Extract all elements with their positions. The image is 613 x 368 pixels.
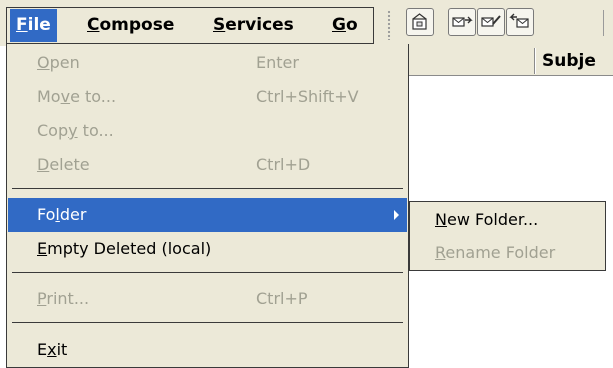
submenu-arrow-icon [394, 210, 399, 220]
menu-item-move-to[interactable]: Move to... Ctrl+Shift+V [8, 80, 407, 114]
menu-item-empty-deleted[interactable]: Empty Deleted (local) [8, 232, 407, 266]
menu-services[interactable]: Services [207, 9, 300, 42]
move-to-icon [412, 13, 427, 30]
submenu-item-rename-folder[interactable]: Rename Folder [410, 236, 605, 269]
submenu-item-new-folder[interactable]: New Folder... [410, 203, 605, 236]
menu-item-copy-to[interactable]: Copy to... [8, 114, 407, 148]
menu-bar-items: File Compose Services Go [6, 7, 374, 44]
message-forward-icon [452, 16, 473, 27]
toolbar-grip[interactable] [387, 10, 391, 40]
menu-separator [12, 272, 403, 273]
toolbar-overflow[interactable] [603, 10, 613, 36]
menu-separator [12, 188, 403, 189]
shortcut-open: Enter [256, 53, 299, 72]
message-edit-icon [481, 15, 501, 27]
menu-compose[interactable]: Compose [81, 9, 180, 42]
menu-separator [12, 322, 403, 323]
message-reply-icon [509, 13, 529, 28]
menu-go[interactable]: Go [326, 9, 364, 42]
menu-item-folder[interactable]: Folder [8, 198, 407, 232]
column-header-subject[interactable]: Subje [542, 46, 596, 76]
shortcut-delete: Ctrl+D [256, 155, 311, 174]
menu-item-print[interactable]: Print... Ctrl+P [8, 282, 407, 316]
message-list-header: Subje [408, 46, 613, 76]
menu-item-delete[interactable]: Delete Ctrl+D [8, 148, 407, 182]
edit-message-button[interactable] [477, 8, 505, 36]
reply-button[interactable] [506, 8, 534, 36]
menu-bar: File Compose Services Go [0, 0, 613, 46]
menu-item-open[interactable]: Open Enter [8, 46, 407, 80]
shortcut-print: Ctrl+P [256, 289, 308, 308]
column-separator[interactable] [534, 48, 536, 74]
file-menu-dropdown: Open Enter Move to... Ctrl+Shift+V Copy … [6, 44, 409, 368]
shortcut-move-to: Ctrl+Shift+V [256, 87, 359, 106]
move-to-button[interactable] [406, 8, 434, 36]
menu-file[interactable]: File [10, 9, 57, 42]
forward-button[interactable] [448, 8, 476, 36]
menu-item-exit[interactable]: Exit [8, 333, 407, 367]
folder-submenu: New Folder... Rename Folder [409, 201, 606, 271]
